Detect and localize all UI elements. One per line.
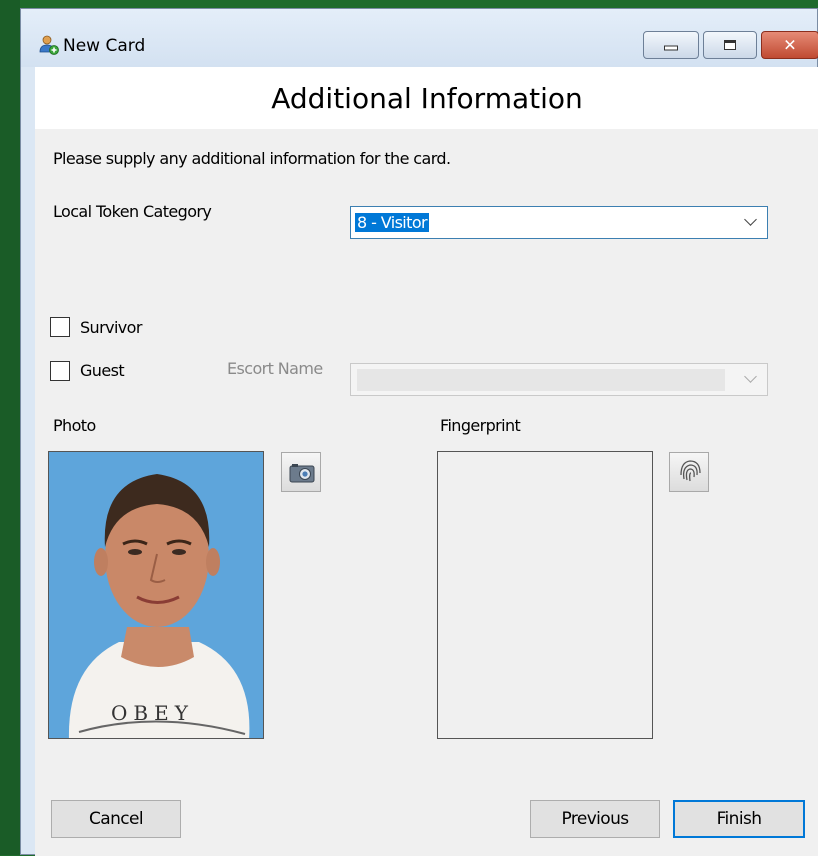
previous-button[interactable]: Previous xyxy=(530,800,660,838)
page-title: Additional Information xyxy=(271,82,583,115)
title-bar[interactable]: New Card ✕ xyxy=(21,9,818,67)
guest-label[interactable]: Guest xyxy=(80,361,125,380)
token-category-value: 8 - Visitor xyxy=(355,213,429,232)
user-add-icon xyxy=(39,35,59,55)
guest-checkbox[interactable] xyxy=(50,361,70,381)
chevron-down-icon xyxy=(744,370,757,383)
fingerprint-icon xyxy=(680,460,701,482)
close-icon: ✕ xyxy=(783,35,797,55)
header-band: Additional Information xyxy=(35,67,818,129)
capture-fingerprint-button[interactable] xyxy=(669,452,709,492)
survivor-checkbox[interactable] xyxy=(50,317,70,337)
fingerprint-preview xyxy=(437,451,653,739)
photo-preview: OBEY xyxy=(48,451,264,739)
desktop-background xyxy=(0,0,20,855)
instructions-text: Please supply any additional information… xyxy=(53,149,451,168)
window-title: New Card xyxy=(63,36,146,56)
maximize-icon xyxy=(724,40,736,50)
token-category-select[interactable]: 8 - Visitor xyxy=(350,206,768,239)
close-button[interactable]: ✕ xyxy=(761,31,818,59)
capture-photo-button[interactable] xyxy=(281,452,321,492)
photo-label: Photo xyxy=(53,416,96,435)
chevron-down-icon[interactable] xyxy=(744,213,757,226)
escort-name-field xyxy=(357,369,725,391)
camera-icon xyxy=(289,464,315,483)
escort-name-select[interactable] xyxy=(350,363,768,396)
finish-button[interactable]: Finish xyxy=(673,800,805,838)
portrait-photo: OBEY xyxy=(49,452,263,738)
minimize-icon xyxy=(664,45,678,51)
cancel-button[interactable]: Cancel xyxy=(51,800,181,838)
minimize-button[interactable] xyxy=(643,31,699,59)
token-category-label: Local Token Category xyxy=(53,202,212,221)
escort-name-label: Escort Name xyxy=(227,359,323,378)
fingerprint-label: Fingerprint xyxy=(440,416,521,435)
survivor-label[interactable]: Survivor xyxy=(80,318,142,337)
new-card-window: New Card ✕ Additional Information Please… xyxy=(20,8,818,856)
dialog-body: Additional Information Please supply any… xyxy=(35,67,818,856)
maximize-button[interactable] xyxy=(703,31,757,59)
